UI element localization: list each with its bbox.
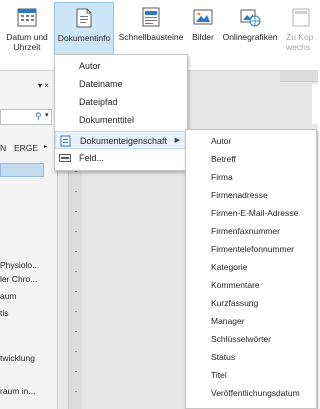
- list-item[interactable]: Physiolo...: [0, 260, 39, 270]
- go-to-header-button[interactable]: Zu Kop wechs: [284, 2, 318, 66]
- submenu-item[interactable]: Kategorie: [211, 262, 247, 272]
- pictures-label: Bilder: [192, 32, 214, 42]
- submenu-item[interactable]: Schlüsselwörter: [211, 334, 271, 344]
- menu-item-document-title[interactable]: Dokumenttitel: [55, 111, 187, 129]
- go-to-header-label: Zu Kop wechs: [286, 32, 314, 52]
- document-info-label: Dokumentinfo: [57, 33, 111, 43]
- menu-item-document-property[interactable]: Dokumenteigenschaft ▶: [55, 131, 187, 149]
- online-pictures-label: Onlinegrafiken: [222, 32, 278, 42]
- submenu-item[interactable]: Firmentelefonnummer: [211, 244, 294, 254]
- document-property-icon: [60, 135, 71, 147]
- page-edge: [312, 84, 318, 124]
- list-item[interactable]: ler Chro...: [0, 274, 37, 284]
- menu-item-filepath[interactable]: Dateipfad: [55, 93, 187, 111]
- submenu-item[interactable]: Autor: [211, 136, 231, 146]
- close-pane-icon[interactable]: ▾ ×: [38, 81, 49, 90]
- go-to-header-icon: [292, 8, 310, 27]
- menu-item-field[interactable]: Feld...: [55, 149, 187, 167]
- submenu-item[interactable]: Kommentare: [211, 280, 260, 290]
- submenu-item[interactable]: Firmen-E-Mail-Adresse: [211, 208, 298, 218]
- chevron-right-icon: ▶: [174, 137, 180, 144]
- document-info-icon: [76, 8, 92, 28]
- field-icon: [59, 154, 71, 162]
- search-input[interactable]: ⚲ ▾: [0, 109, 52, 125]
- date-time-label: Datum und Uhrzeit: [6, 32, 48, 52]
- list-item[interactable]: raum in...: [0, 386, 35, 396]
- quick-parts-label: Schnellbausteine: [118, 32, 184, 42]
- submenu-item[interactable]: Firmenadresse: [211, 190, 268, 200]
- chevron-down-icon: ▾: [45, 112, 49, 119]
- tab-results[interactable]: ERGE: [14, 143, 38, 153]
- submenu-item[interactable]: Manager: [211, 316, 245, 326]
- submenu-item[interactable]: Kurzfassung: [211, 298, 258, 308]
- submenu-item[interactable]: Betreff: [211, 154, 236, 164]
- pictures-button[interactable]: Bilder: [188, 2, 218, 66]
- document-info-menu: Autor Dateiname Dateipfad Dokumenttitel …: [54, 54, 188, 171]
- online-pictures-icon: [240, 9, 261, 27]
- menu-item-filename[interactable]: Dateiname: [55, 75, 187, 93]
- selected-heading[interactable]: [0, 163, 44, 177]
- calendar-icon: [17, 8, 37, 27]
- online-pictures-button[interactable]: Onlinegrafiken: [219, 2, 281, 66]
- quick-parts-icon: [142, 7, 160, 27]
- list-item[interactable]: tis: [0, 308, 9, 318]
- menu-item-author[interactable]: Autor: [55, 57, 187, 75]
- document-property-submenu: Autor Betreff Firma Firmenadresse Firmen…: [185, 129, 317, 409]
- submenu-item[interactable]: Firma: [211, 172, 233, 182]
- horizontal-ruler: [280, 71, 318, 82]
- tab-left[interactable]: N: [0, 143, 6, 153]
- submenu-item[interactable]: Firmenfaxnummer: [211, 226, 280, 236]
- chevron-right-icon: ▸: [44, 144, 48, 150]
- list-item[interactable]: aum: [0, 291, 17, 301]
- navigation-pane: ▾ × ⚲ ▾ N ERGE ▸ Physiolo... ler Chro...…: [0, 71, 58, 409]
- pictures-icon: [193, 9, 213, 25]
- list-item[interactable]: twicklung: [0, 353, 35, 363]
- date-time-button[interactable]: Datum und Uhrzeit: [2, 2, 52, 66]
- search-icon: ⚲: [35, 111, 42, 121]
- submenu-item[interactable]: Veröffentlichungsdatum: [211, 388, 300, 398]
- submenu-item[interactable]: Status: [211, 352, 235, 362]
- submenu-item[interactable]: Titel: [211, 370, 227, 380]
